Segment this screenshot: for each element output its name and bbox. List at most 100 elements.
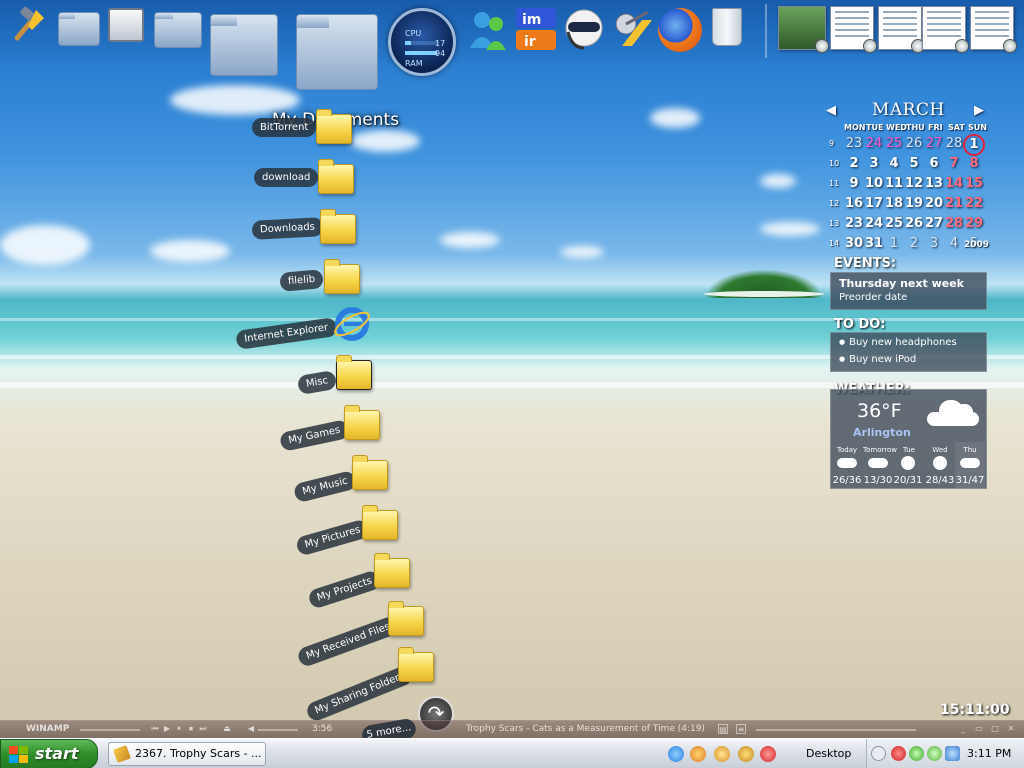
calendar-day-today[interactable]: 1 bbox=[963, 134, 985, 156]
calendar-day[interactable]: 5 bbox=[904, 156, 924, 171]
calendar-day[interactable]: 2 bbox=[844, 156, 864, 171]
winamp-window-thumbnail[interactable] bbox=[778, 6, 829, 53]
tray-expand-icon[interactable] bbox=[871, 746, 886, 761]
calendar-day[interactable]: 3 bbox=[864, 156, 884, 171]
todo-item[interactable]: Buy new headphones bbox=[839, 337, 957, 348]
next-month-arrow-icon[interactable]: ▶ bbox=[974, 103, 984, 118]
calendar-day[interactable]: 4 bbox=[884, 156, 904, 171]
winamp-volume[interactable] bbox=[80, 729, 140, 731]
cpu-ram-gauge[interactable]: CPU 17 94 RAM bbox=[388, 8, 456, 76]
messenger-icon[interactable] bbox=[909, 746, 924, 761]
winamp-icon[interactable] bbox=[714, 746, 730, 762]
calendar-day[interactable]: 3 bbox=[924, 236, 944, 251]
calendar-day[interactable]: 18 bbox=[884, 196, 904, 211]
firefox-icon[interactable] bbox=[690, 746, 706, 762]
headset-icon[interactable] bbox=[562, 6, 606, 54]
calendar-day[interactable]: 27 bbox=[924, 136, 944, 151]
forecast-temp: 26/36 bbox=[832, 475, 862, 486]
internet-explorer-icon[interactable] bbox=[668, 746, 684, 762]
calendar-day[interactable]: 26 bbox=[904, 216, 924, 231]
calendar-day[interactable]: 28 bbox=[944, 136, 964, 151]
window-thumbnail[interactable] bbox=[830, 6, 877, 53]
window-thumbnail[interactable] bbox=[878, 6, 925, 53]
aim-icon[interactable] bbox=[760, 746, 776, 762]
window-thumbnail[interactable] bbox=[922, 6, 969, 53]
volume-icon[interactable]: ◀ bbox=[246, 724, 256, 734]
close-icon[interactable]: ✕ bbox=[1006, 724, 1016, 734]
calendar-day[interactable]: 30 bbox=[844, 236, 864, 251]
calendar-day[interactable]: 14 bbox=[944, 176, 964, 191]
tools-icon[interactable] bbox=[6, 6, 48, 48]
firefox-icon[interactable] bbox=[658, 8, 702, 52]
equalizer-icon[interactable]: ≡ bbox=[736, 724, 746, 734]
next-icon[interactable]: ⏭ bbox=[198, 724, 208, 734]
calendar-day[interactable]: 7 bbox=[944, 156, 964, 171]
previous-icon[interactable]: ⏮ bbox=[150, 724, 160, 734]
winamp-balance[interactable] bbox=[258, 729, 298, 731]
taskbar-clock: 3:11 PM bbox=[967, 747, 1012, 760]
winamp-icon[interactable] bbox=[738, 746, 754, 762]
calendar-day[interactable]: 24 bbox=[864, 136, 884, 151]
weather-panel[interactable]: 36°F Arlington Today 26/36 Tomorrow 13/3… bbox=[830, 389, 987, 489]
calendar-day[interactable]: 20 bbox=[924, 196, 944, 211]
calendar-day[interactable]: 27 bbox=[924, 216, 944, 231]
calendar-day[interactable]: 6 bbox=[924, 156, 944, 171]
calendar-day[interactable]: 10 bbox=[864, 176, 884, 191]
calendar-day[interactable]: 25 bbox=[884, 216, 904, 231]
folder-icon bbox=[388, 601, 424, 636]
calendar-day[interactable]: 2 bbox=[904, 236, 924, 251]
desktop-toolbar-label[interactable]: Desktop bbox=[806, 747, 851, 760]
events-panel[interactable]: Thursday next week Preorder date bbox=[830, 272, 987, 310]
calendar-day[interactable]: 15 bbox=[964, 176, 984, 191]
todo-panel[interactable]: Buy new headphones Buy new iPod bbox=[830, 332, 987, 372]
calendar-day[interactable]: 17 bbox=[864, 196, 884, 211]
calendar-day[interactable]: 28 bbox=[944, 216, 964, 231]
calendar-day[interactable]: 9 bbox=[844, 176, 864, 191]
satellite-icon[interactable] bbox=[612, 6, 656, 52]
taskbar-window-button[interactable]: 2367. Trophy Scars - ... bbox=[108, 742, 266, 766]
winamp-bar: WINAMP ⏮ ▶ ⏸ ⏹ ⏭ ⏏ ◀ 3:56 Trophy Scars -… bbox=[0, 720, 1024, 738]
calendar-day[interactable]: 8 bbox=[964, 156, 984, 171]
recycle-bin-icon[interactable] bbox=[712, 8, 742, 46]
computer-icon[interactable] bbox=[108, 8, 144, 42]
playlist-icon[interactable]: ▤ bbox=[718, 724, 728, 734]
calendar-day[interactable]: 25 bbox=[884, 136, 904, 151]
todo-item[interactable]: Buy new iPod bbox=[839, 354, 916, 365]
stop-icon[interactable]: ⏹ bbox=[186, 724, 196, 734]
calendar-day[interactable]: 23 bbox=[844, 136, 864, 151]
calendar-day[interactable]: 31 bbox=[864, 236, 884, 251]
calendar-day[interactable]: 12 bbox=[904, 176, 924, 191]
play-icon[interactable]: ▶ bbox=[162, 724, 172, 734]
calendar-day[interactable]: 19 bbox=[904, 196, 924, 211]
security-icon[interactable] bbox=[891, 746, 906, 761]
calendar-day[interactable]: 23 bbox=[844, 216, 864, 231]
files-folder-icon[interactable] bbox=[296, 14, 378, 90]
calendar-day[interactable]: 29 bbox=[964, 216, 984, 231]
volume-tray-icon[interactable] bbox=[945, 746, 960, 761]
network-icon[interactable] bbox=[927, 746, 942, 761]
pause-icon[interactable]: ⏸ bbox=[174, 724, 184, 734]
restore-icon[interactable]: ▭ bbox=[974, 724, 984, 734]
minimize-icon[interactable]: _ bbox=[958, 724, 968, 734]
calendar-day[interactable]: 24 bbox=[864, 216, 884, 231]
start-button[interactable]: start bbox=[0, 739, 98, 768]
calendar-day[interactable]: 4 bbox=[944, 236, 964, 251]
calendar-day[interactable]: 11 bbox=[884, 176, 904, 191]
calendar-day[interactable]: 22 bbox=[964, 196, 984, 211]
window-thumbnail[interactable] bbox=[970, 6, 1017, 53]
folder-icon[interactable] bbox=[58, 12, 100, 46]
calendar-day[interactable]: 21 bbox=[944, 196, 964, 211]
calendar-day[interactable]: 26 bbox=[904, 136, 924, 151]
stack-item-label: download bbox=[254, 168, 319, 187]
calendar-day[interactable]: 16 bbox=[844, 196, 864, 211]
calendar-day[interactable]: 13 bbox=[924, 176, 944, 191]
prev-month-arrow-icon[interactable]: ◀ bbox=[826, 103, 836, 118]
messenger-icon[interactable] bbox=[466, 8, 510, 52]
eject-icon[interactable]: ⏏ bbox=[222, 724, 232, 734]
music-folder-icon[interactable] bbox=[210, 14, 278, 76]
calendar-day[interactable]: 1 bbox=[884, 236, 904, 251]
documents-folder-icon[interactable] bbox=[154, 12, 202, 48]
maximize-icon[interactable]: □ bbox=[990, 724, 1000, 734]
imgburn-icon[interactable]: im ir bbox=[514, 6, 558, 52]
winamp-seek-bar[interactable] bbox=[756, 729, 916, 731]
